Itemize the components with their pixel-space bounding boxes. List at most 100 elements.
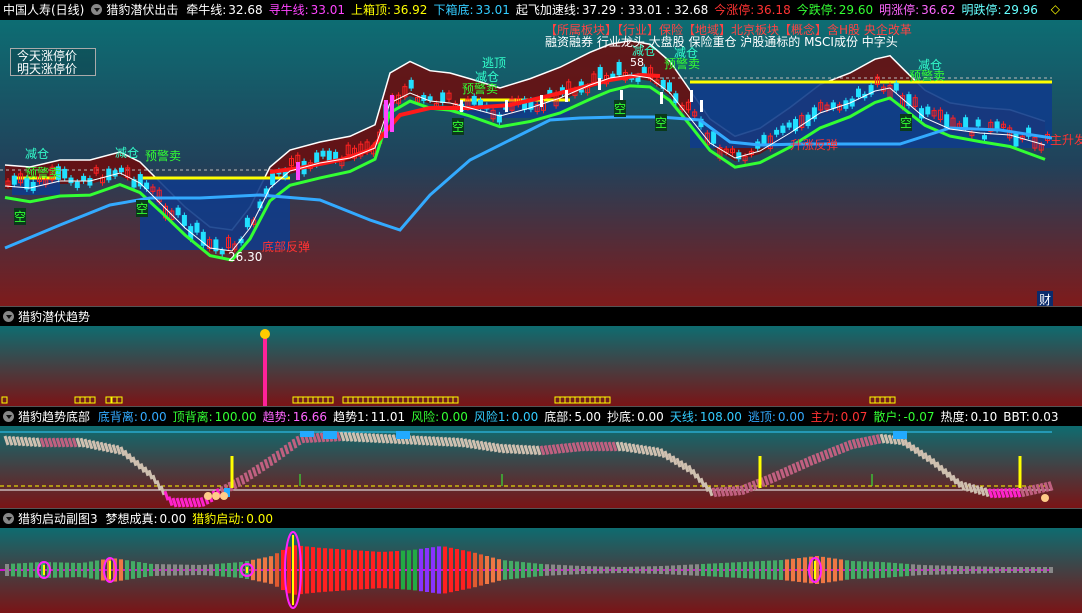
amplitude-bar [677,565,681,575]
annotation-warn-sell: 预警卖 [145,149,182,163]
amplitude-bar [1001,567,1005,573]
amplitude-bar [29,562,33,578]
panel3-chart[interactable] [0,426,1082,508]
stock-name[interactable]: 中国人寿(日线) [3,3,84,17]
amplitude-bar [371,551,375,589]
amplitude-bar [995,566,999,574]
header-item-value: 29.60 [838,3,874,17]
candle-body [830,102,836,109]
amplitude-bar [329,548,333,592]
main-header: 中国人寿(日线) 猎豹潜伏出击 牵牛线: 32.68 寻牛线: 33.01 上箱顶: 36.… [0,0,1082,20]
panel3-item-label: BBT: [1003,410,1030,424]
amplitude-bar [695,564,699,576]
amplitude-bar [155,564,159,576]
amplitude-bar [527,562,531,578]
amplitude-bar [59,562,63,578]
amplitude-bar [623,566,627,574]
header-item-label: 下箱底: [433,3,474,17]
panel2-title[interactable]: 猎豹潜伏趋势 [18,310,90,324]
amplitude-bar [965,566,969,574]
amplitude-bar [599,566,603,574]
amplitude-bar [23,562,27,578]
amplitude-bar [263,557,267,583]
panel2-menu-icon[interactable] [3,311,14,322]
amplitude-bar [941,565,945,575]
amplitude-bar [71,562,75,578]
dropdown-icon[interactable] [91,4,103,15]
panel4-menu-icon[interactable] [3,513,14,524]
amplitude-bar [791,558,795,582]
amplitude-bar [665,565,669,575]
annotation-reduce: 减仓 [115,146,140,160]
panel4-title[interactable]: 猎豹启动副图3 [18,512,98,526]
candle-body [975,119,981,127]
amplitude-bar [479,554,483,586]
amplitude-bar [635,566,639,574]
amplitude-bar [593,566,597,574]
panel3-item-label: 热度: [940,410,969,424]
amplitude-bar [311,547,315,593]
blue-marker [893,431,907,439]
panel3-item-label: 散户: [873,410,902,424]
amplitude-bar [83,562,87,578]
annotation-empty: 空 [614,100,627,117]
amplitude-bar [431,547,435,593]
annotation-warn-sell: 预警卖 [664,57,701,71]
candle-body [181,214,187,226]
candle-body [982,135,987,140]
amplitude-bar [233,562,237,578]
amplitude-bar [713,563,717,577]
amplitude-bar [905,563,909,577]
amplitude-bar [395,551,399,589]
panel3-item-value: 16.66 [292,410,328,424]
header-item-label: 起飞加速线: [515,3,580,17]
indicator-name[interactable]: 猎豹潜伏出击 [106,3,178,17]
amplitude-bar [365,551,369,589]
amplitude-bar [929,565,933,575]
amplitude-bar [425,548,429,592]
amplitude-bar [743,561,747,579]
candle-body [427,96,433,101]
amplitude-bar [839,559,843,581]
amplitude-bar [533,563,537,577]
amplitude-bar [353,550,357,590]
panel4-chart[interactable] [0,528,1082,613]
amplitude-bar [185,564,189,576]
amplitude-bar [701,563,705,577]
amplitude-bar [959,565,963,575]
header-item-label: 牵牛线: [186,3,227,17]
panel3-item-label: 趋势1: [333,410,369,424]
panel3-title[interactable]: 猎豹趋势底部 [18,410,90,424]
amplitude-bar [569,565,573,575]
amplitude-bar [653,566,657,574]
amplitude-bar [911,564,915,576]
amplitude-bar [227,562,231,578]
amplitude-bar [473,552,477,588]
amplitude-bar [53,562,57,578]
amplitude-bar [509,560,513,580]
amplitude-bar [845,560,849,580]
panel3-item-value: 0.10 [970,410,998,424]
panel3-menu-icon[interactable] [3,411,14,422]
panel2-header: 猎豹潜伏趋势 [0,306,1082,327]
panel2-chart[interactable] [0,326,1082,406]
amplitude-bar [731,562,735,578]
panel3-item-value: 11.01 [370,410,406,424]
panel4-values: 梦想成真: 0.00 猎豹启动: 0.00 [105,512,279,526]
candle-body [118,167,124,173]
amplitude-bar [341,549,345,591]
candle-body [194,222,200,233]
header-item-label: 上箱顶: [351,3,392,17]
amplitude-bar [917,564,921,576]
amplitude-bar [347,549,351,591]
amplitude-bar [305,546,309,594]
header-item-value: 37.29 : 33.01 : 32.68 [581,3,709,17]
header-diamond-icon[interactable]: ◇ [1051,2,1060,16]
candle-body [471,95,477,105]
annotation-empty: 空 [452,118,465,135]
header-item-value: 29.96 [1003,3,1038,17]
limit-price-legend: 今天涨停价 明天涨停价 [10,48,96,76]
amplitude-bar [455,549,459,591]
candle-body [711,131,717,144]
main-chart-panel[interactable]: 今天涨停价 明天涨停价 【所属板块】【行业】保险【地域】北京板块【概念】含H股 … [0,20,1082,308]
